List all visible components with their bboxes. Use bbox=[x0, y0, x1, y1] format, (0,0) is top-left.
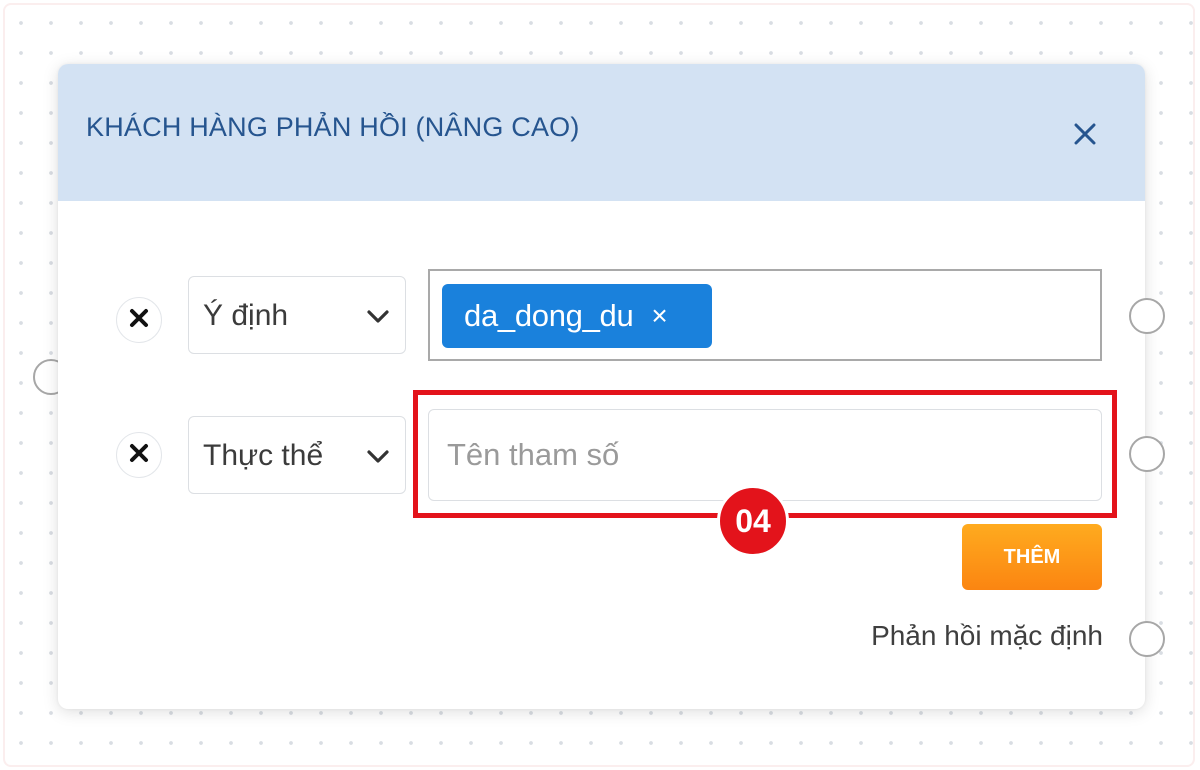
output-port-entity[interactable] bbox=[1129, 436, 1165, 472]
select-value: Ý định bbox=[203, 299, 289, 332]
card-header: KHÁCH HÀNG PHẢN HỒI (NÂNG CAO) bbox=[58, 64, 1145, 201]
remove-row-entity-button[interactable] bbox=[116, 432, 162, 478]
chevron-down-icon bbox=[365, 445, 391, 467]
add-button[interactable]: THÊM bbox=[962, 524, 1102, 590]
output-port-intent[interactable] bbox=[1129, 298, 1165, 334]
remove-row-intent-button[interactable] bbox=[116, 297, 162, 343]
tag-remove-icon[interactable]: × bbox=[651, 300, 667, 332]
x-icon bbox=[128, 307, 150, 334]
intent-tags-input[interactable]: da_dong_du × bbox=[428, 269, 1102, 361]
output-port-default[interactable] bbox=[1129, 621, 1165, 657]
response-node-card: KHÁCH HÀNG PHẢN HỒI (NÂNG CAO) Ý định da… bbox=[58, 64, 1145, 709]
default-response-label: Phản hồi mặc định bbox=[871, 620, 1103, 651]
chevron-down-icon bbox=[365, 305, 391, 327]
select-value: Thực thể bbox=[203, 439, 324, 472]
condition-type-select-intent[interactable]: Ý định bbox=[188, 276, 406, 354]
tag-label: da_dong_du bbox=[464, 298, 634, 333]
x-icon bbox=[128, 442, 150, 469]
close-icon[interactable] bbox=[1067, 116, 1103, 152]
condition-type-select-entity[interactable]: Thực thể bbox=[188, 416, 406, 494]
node-title: KHÁCH HÀNG PHẢN HỒI (NÂNG CAO) bbox=[86, 112, 580, 142]
step-badge: 04 bbox=[717, 485, 789, 557]
intent-tag: da_dong_du × bbox=[442, 284, 712, 348]
